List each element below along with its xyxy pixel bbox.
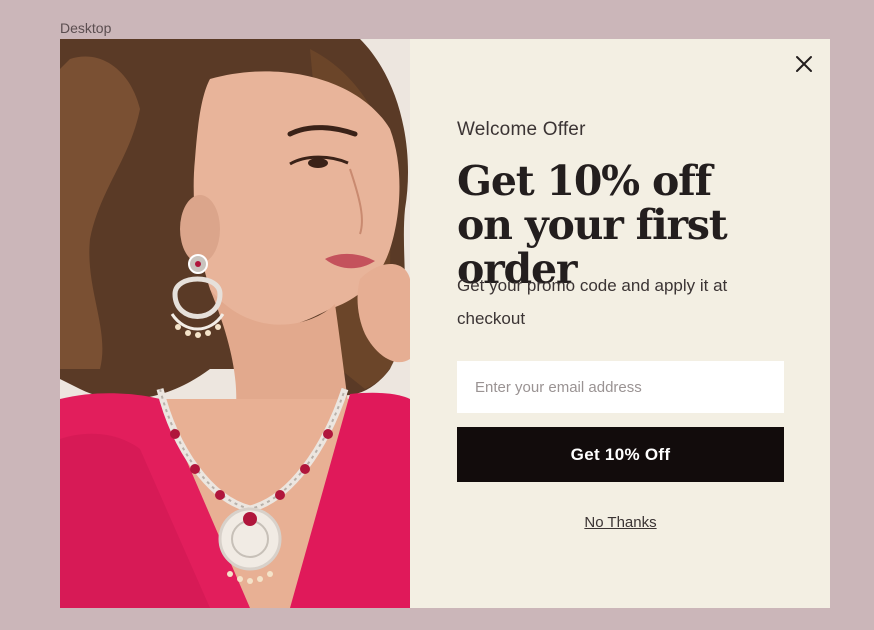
- promo-photo: [60, 39, 410, 608]
- offer-description: Get your promo code and apply it at chec…: [457, 276, 728, 328]
- frame-label: Desktop: [60, 20, 112, 36]
- close-icon: [796, 56, 812, 72]
- offer-eyebrow: Welcome Offer: [457, 119, 586, 140]
- get-discount-button[interactable]: Get 10% Off: [457, 427, 784, 482]
- model-wearing-jewelry-photo: [60, 39, 410, 608]
- close-button[interactable]: [794, 54, 814, 74]
- promo-content: Welcome Offer Get 10% off on your first …: [410, 39, 830, 608]
- promo-popup: Welcome Offer Get 10% off on your first …: [60, 39, 830, 608]
- email-input[interactable]: [457, 361, 784, 413]
- no-thanks-link[interactable]: No Thanks: [457, 514, 784, 531]
